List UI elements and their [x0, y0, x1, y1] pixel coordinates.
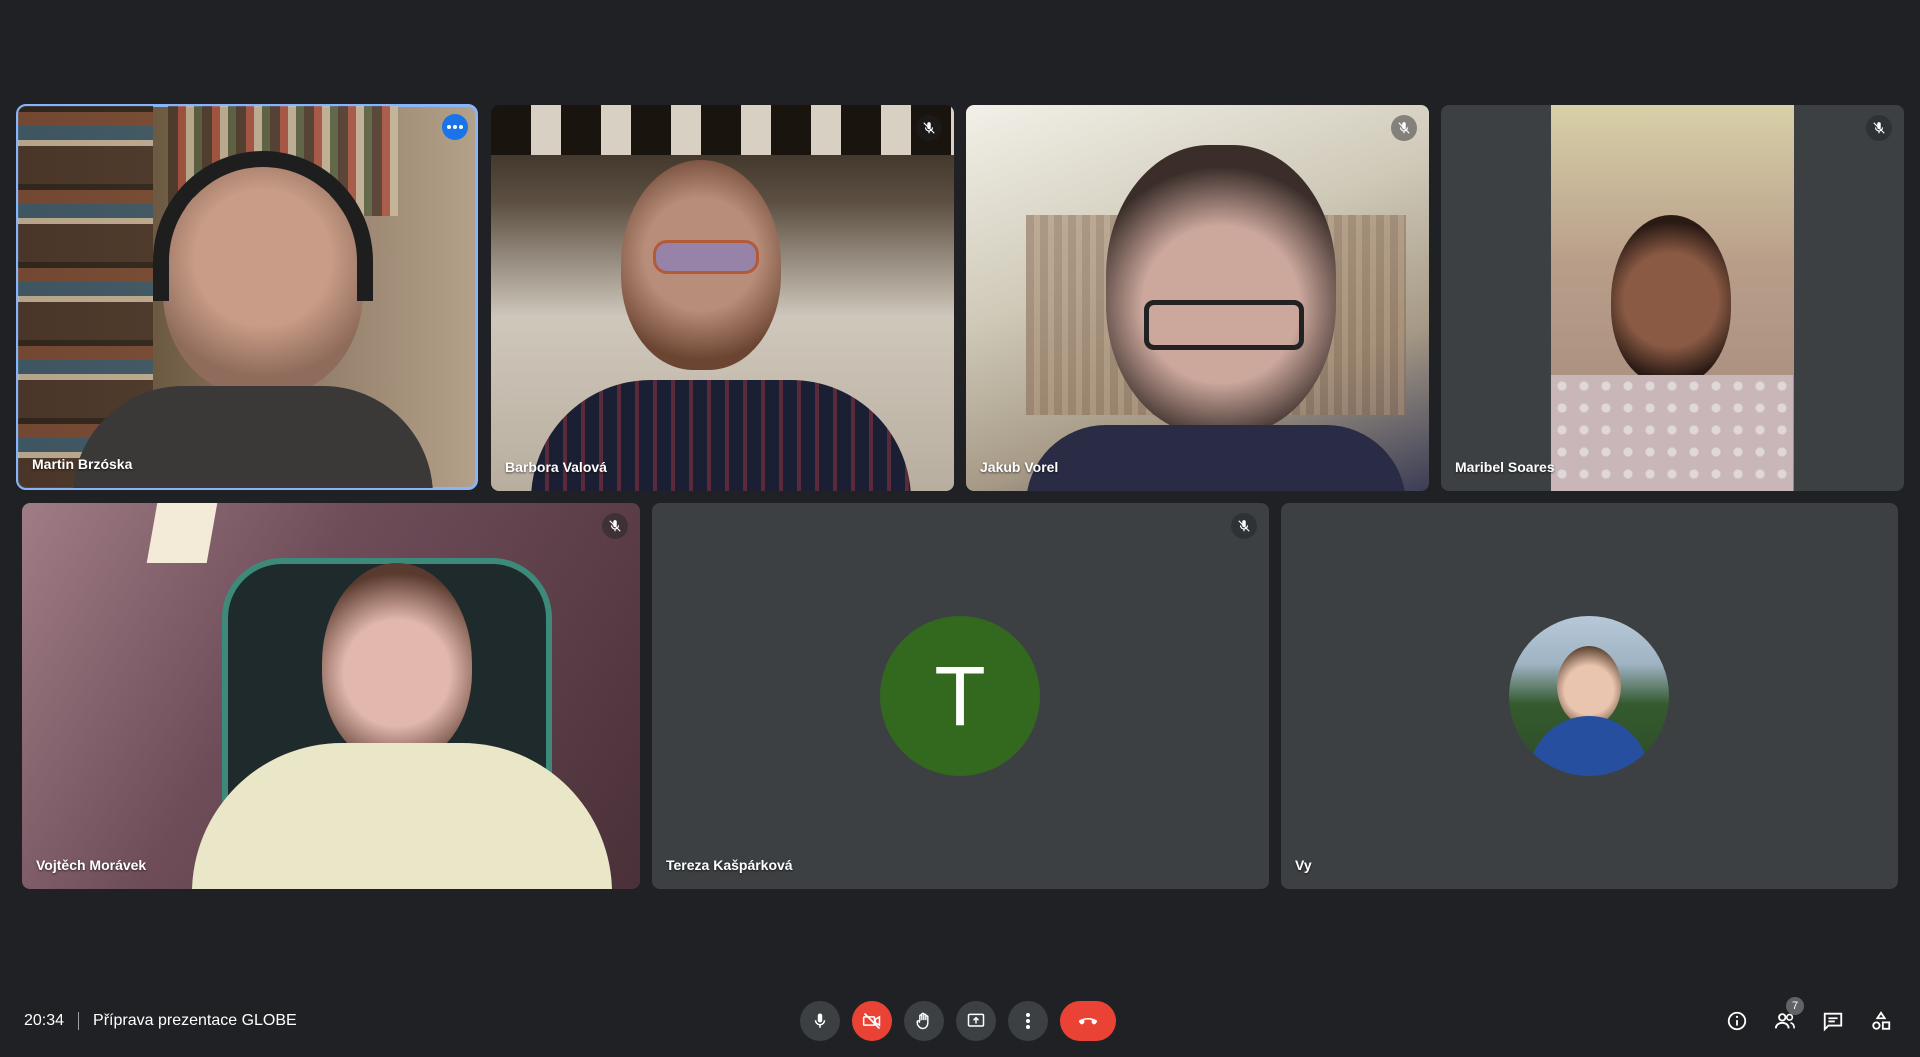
- participant-name: Barbora Valová: [505, 459, 607, 475]
- mic-off-icon: [916, 115, 942, 141]
- participant-video: [491, 105, 954, 491]
- participant-tile-tereza[interactable]: T Tereza Kašpárková: [652, 503, 1269, 889]
- participant-tile-maribel[interactable]: Maribel Soares: [1441, 105, 1904, 491]
- shirt: [1551, 375, 1793, 491]
- participant-video: [18, 106, 476, 488]
- info-icon: [1727, 1011, 1747, 1031]
- participant-name: Jakub Vorel: [980, 459, 1059, 475]
- avatar-initial: T: [934, 648, 986, 743]
- participant-tile-jakub[interactable]: Jakub Vorel: [966, 105, 1429, 491]
- chat-button[interactable]: [1816, 1001, 1850, 1041]
- camera-off-icon: [862, 1012, 881, 1030]
- raise-hand-button[interactable]: [904, 1001, 944, 1041]
- mic-off-icon: [1866, 115, 1892, 141]
- present-button[interactable]: [956, 1001, 996, 1041]
- person-silhouette: [1611, 215, 1731, 385]
- chat-icon: [1823, 1012, 1843, 1032]
- participant-name: Vojtěch Morávek: [36, 857, 147, 873]
- participant-tile-martin[interactable]: Martin Brzóska: [16, 104, 478, 490]
- people-button[interactable]: 7: [1768, 997, 1804, 1041]
- more-options-button[interactable]: [1008, 1001, 1048, 1041]
- more-options-icon: [1026, 1013, 1030, 1029]
- people-count-badge: 7: [1786, 997, 1804, 1015]
- participant-name: Martin Brzóska: [32, 456, 133, 472]
- meeting-info: 20:34 Příprava prezentace GLOBE: [24, 1012, 297, 1030]
- shirt: [73, 386, 433, 488]
- more-options-button[interactable]: [442, 114, 468, 140]
- participant-tile-self[interactable]: Vy: [1281, 503, 1898, 889]
- mic-off-icon: [602, 513, 628, 539]
- avatar: [1509, 616, 1669, 776]
- participant-tile-barbora[interactable]: Barbora Valová: [491, 105, 954, 491]
- activities-button[interactable]: [1864, 1001, 1898, 1041]
- avatar: T: [880, 616, 1040, 776]
- participant-name: Maribel Soares: [1455, 459, 1555, 475]
- mic-off-icon: [1231, 513, 1257, 539]
- person-silhouette: [322, 563, 472, 763]
- present-screen-icon: [967, 1013, 985, 1027]
- glasses: [653, 240, 759, 274]
- participant-video: [22, 503, 640, 889]
- microphone-button[interactable]: [800, 1001, 840, 1041]
- hang-up-icon: [1078, 1018, 1098, 1025]
- raise-hand-icon: [916, 1012, 929, 1030]
- meeting-title: Příprava prezentace GLOBE: [93, 1012, 297, 1029]
- glasses: [1144, 300, 1304, 350]
- shirt: [1026, 425, 1406, 491]
- side-panel-buttons: 7: [1720, 997, 1898, 1041]
- person-silhouette: [1106, 145, 1336, 435]
- meeting-time: 20:34: [24, 1012, 65, 1029]
- participant-video: [966, 105, 1429, 491]
- participant-name: Tereza Kašpárková: [666, 857, 793, 873]
- microphone-icon: [814, 1013, 826, 1028]
- participant-name: Vy: [1295, 857, 1312, 873]
- activities-icon: [1872, 1011, 1891, 1030]
- call-controls: [800, 1001, 1116, 1041]
- leave-call-button[interactable]: [1060, 1001, 1116, 1041]
- camera-button[interactable]: [852, 1001, 892, 1041]
- mic-off-icon: [1391, 115, 1417, 141]
- divider: [78, 1012, 80, 1030]
- meeting-toolbar: 20:34 Příprava prezentace GLOBE 7: [0, 985, 1920, 1057]
- participant-tile-vojtech[interactable]: Vojtěch Morávek: [22, 503, 640, 889]
- meeting-details-button[interactable]: [1720, 1001, 1754, 1041]
- participant-video: [1551, 105, 1794, 491]
